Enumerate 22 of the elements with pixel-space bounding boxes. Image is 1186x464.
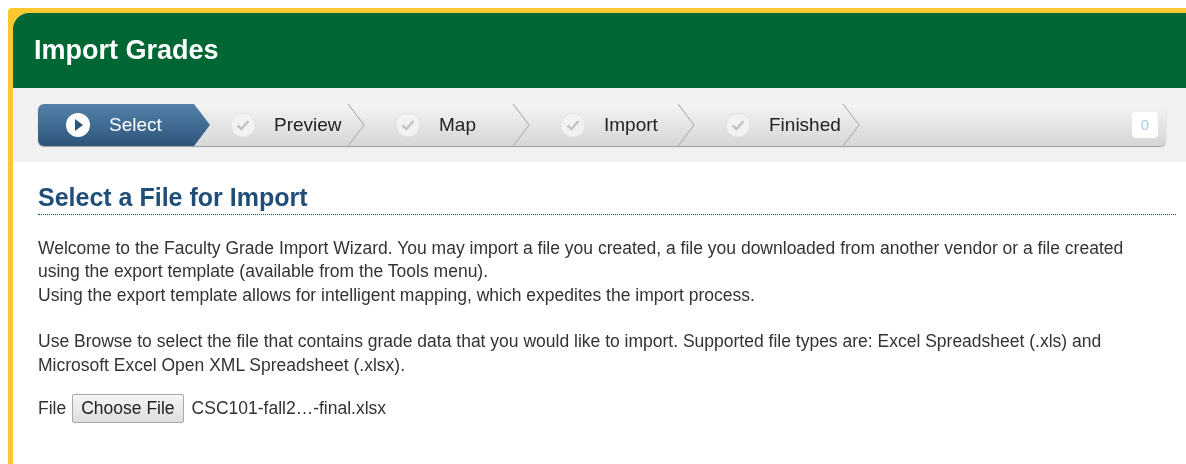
check-icon (560, 112, 586, 138)
check-icon (725, 112, 751, 138)
wizard-step[interactable]: Map (365, 104, 530, 146)
count-badge: 0 (1131, 111, 1158, 139)
wizard-step[interactable]: Import (530, 104, 695, 146)
field-label: File (38, 396, 67, 420)
check-icon (395, 112, 421, 138)
paragraph: Using the export template allows for intelligent mapping, which expedites the import process. (38, 283, 756, 307)
choose-file-button[interactable]: Choose File (72, 394, 184, 423)
wizard-step[interactable]: Finished (695, 104, 860, 146)
wizard-step[interactable]: Select (38, 104, 210, 146)
paragraph: Use Browse to select the file that contains grade data that you would like to import. Supported file types are: Excel Spreadsheet (.xls) and Microsoft Excel Open XML Spreadsheet (.xlsx). (38, 330, 1103, 377)
paragraph: Welcome to the Faculty Grade Import Wizard. You may import a file you created, a file you downloaded from another vendor or a file created using the export template (available from the Tools menu). (38, 236, 1125, 283)
page-title: Import Grades (34, 34, 219, 68)
chevron-icon (842, 104, 860, 146)
chevron-icon (677, 104, 695, 146)
chevron-icon (347, 104, 365, 146)
chevron-icon (512, 104, 530, 146)
check-icon (230, 112, 256, 138)
file-name: CSC101-fall2…-final.xlsx (191, 396, 387, 420)
section-heading: Select a File for Import (38, 186, 309, 210)
play-icon (65, 112, 91, 138)
